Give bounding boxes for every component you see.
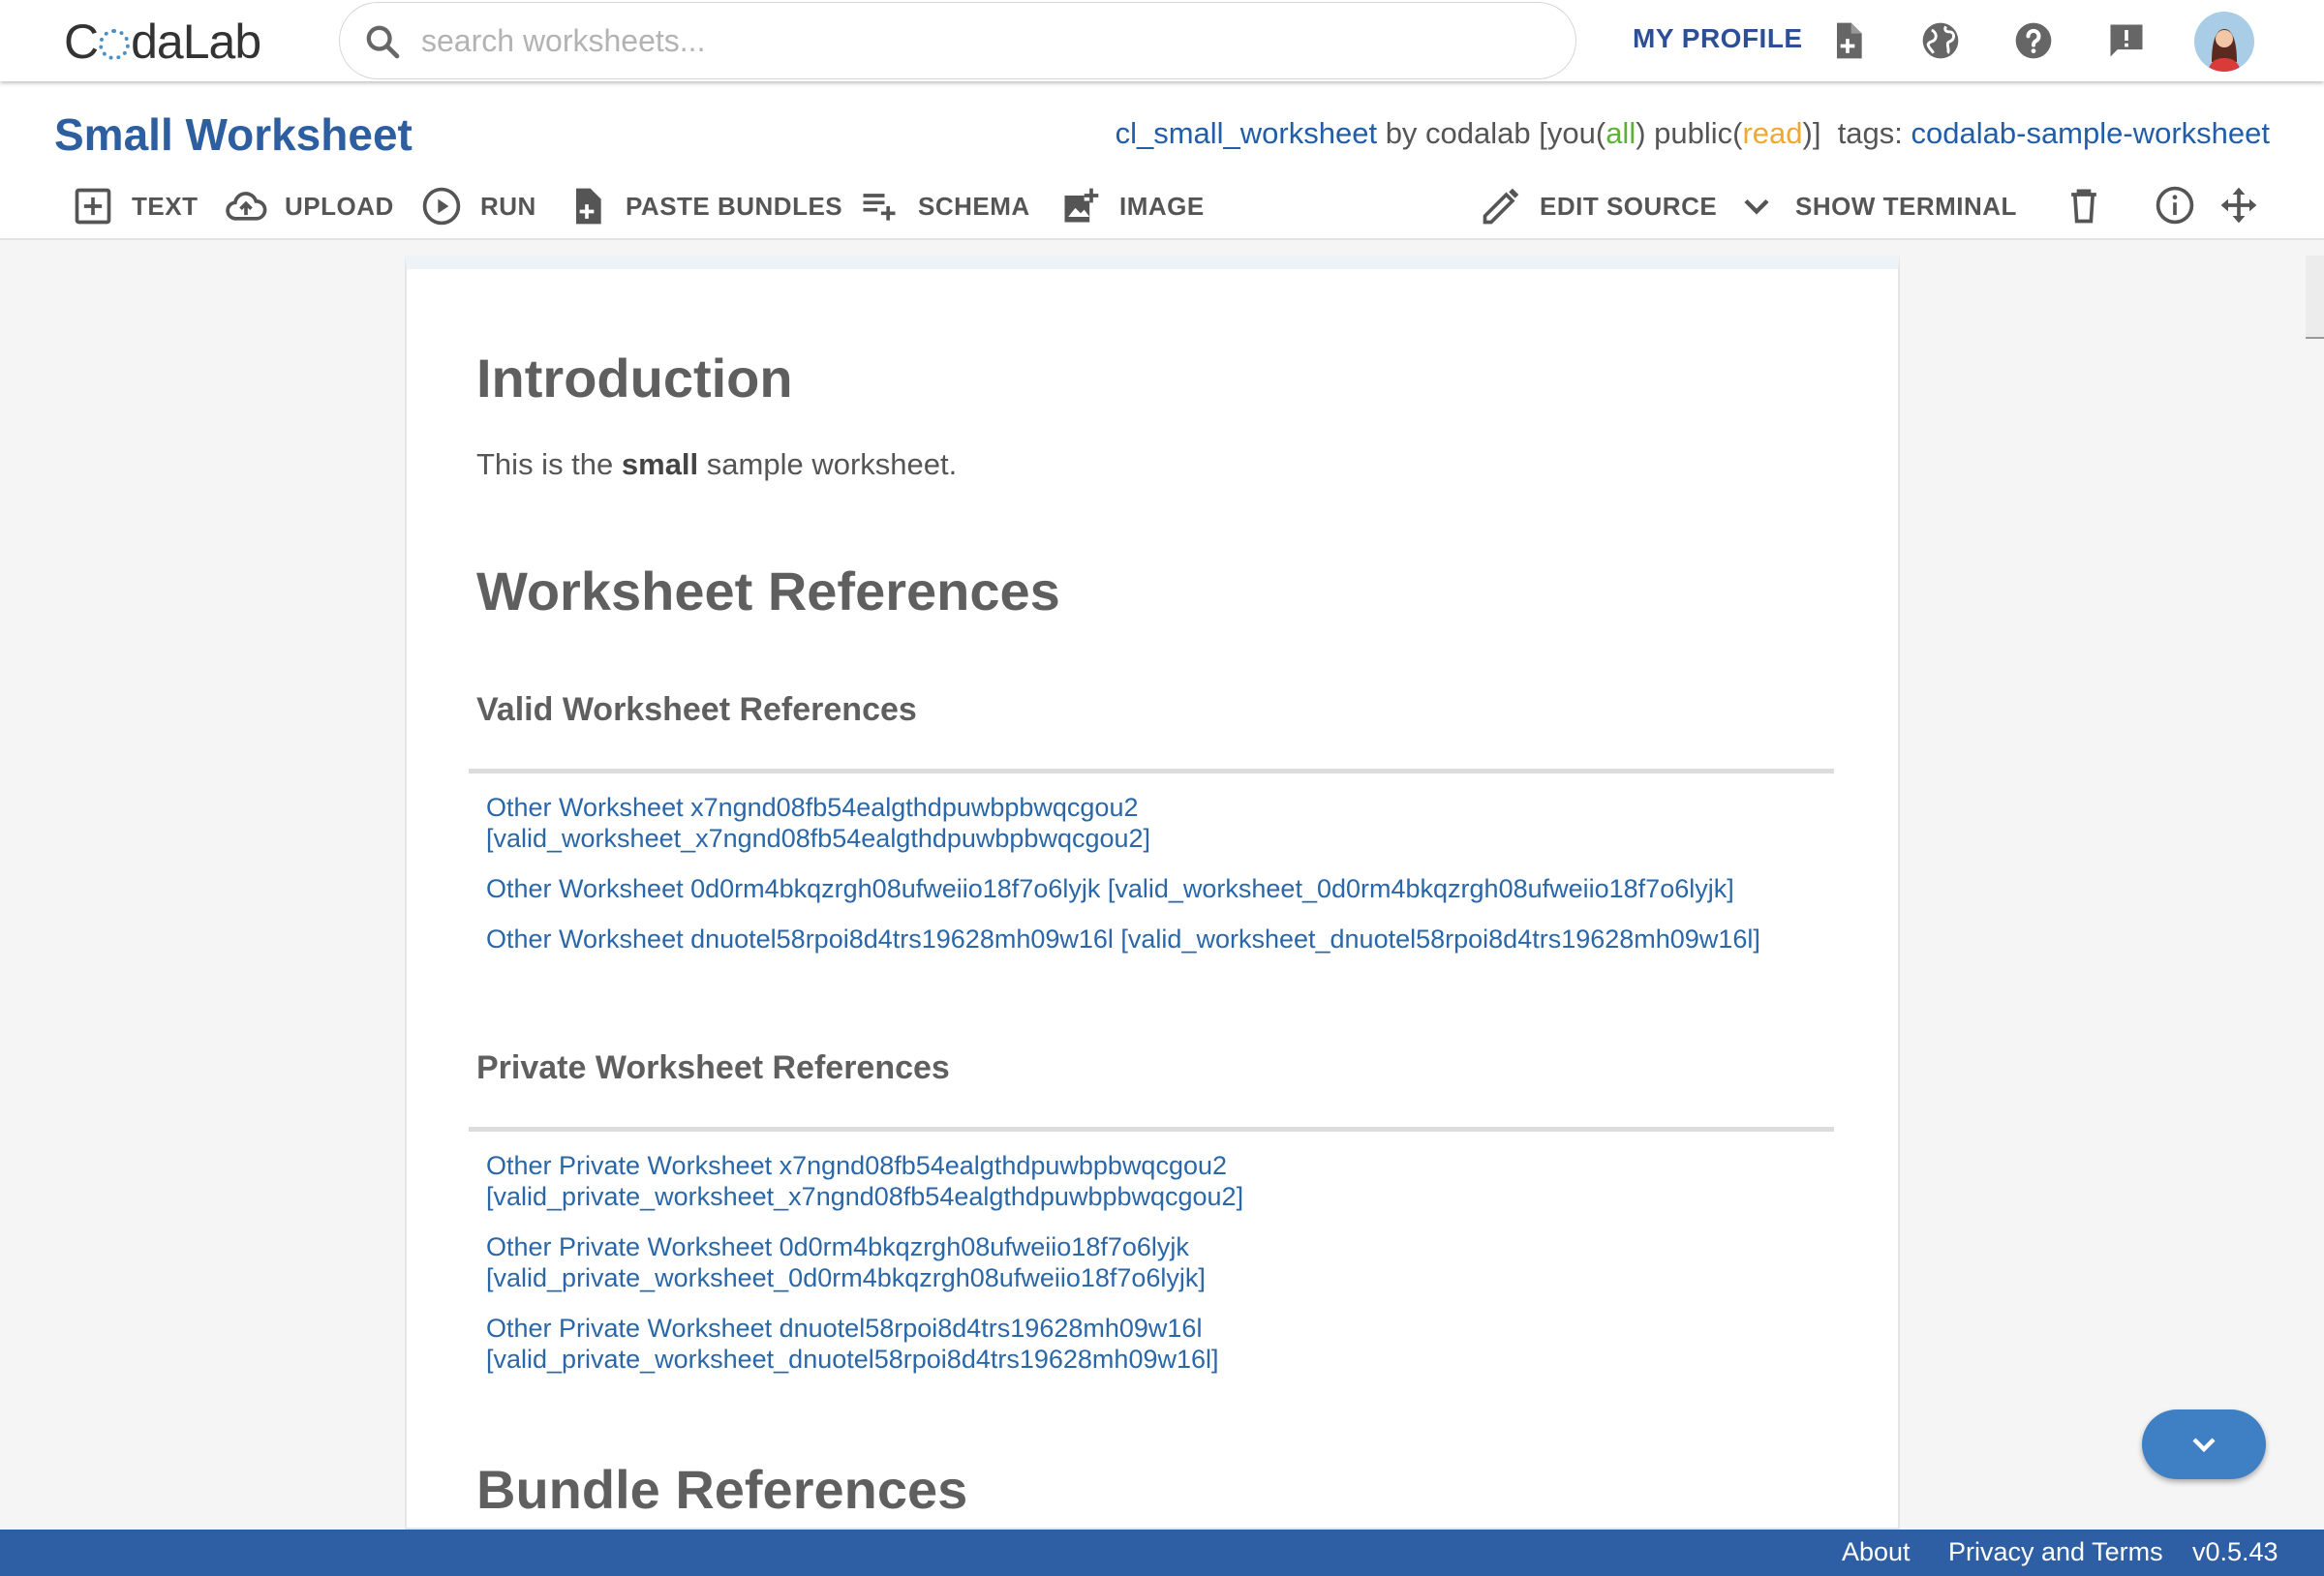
image-button[interactable]: IMAGE (1059, 182, 1205, 230)
avatar[interactable] (2194, 12, 2254, 72)
feedback-icon[interactable] (2105, 19, 2148, 62)
search-icon (366, 25, 400, 59)
worksheet-link[interactable]: Other Worksheet x7ngnd08fb54ealgthdpuwbp… (486, 792, 1150, 854)
link-line: Other Private Worksheet 0d0rm4bkqzrgh08u… (486, 1232, 1189, 1261)
worksheet-owner: by codalab (1385, 116, 1531, 150)
private-worksheet-link[interactable]: Other Private Worksheet x7ngnd08fb54ealg… (486, 1150, 1243, 1212)
upload-button-label: UPLOAD (285, 191, 394, 221)
info-icon[interactable] (2154, 184, 2196, 227)
add-box-icon (75, 188, 111, 225)
worksheet-header: Small Worksheet cl_small_worksheet by co… (0, 81, 2324, 240)
paste-bundles-label: PASTE BUNDLES (626, 191, 843, 221)
intro-paragraph: This is the small sample worksheet. (476, 447, 957, 482)
add-photo-icon (1064, 188, 1099, 223)
show-terminal-label: SHOW TERMINAL (1795, 191, 2017, 221)
note-add-icon (576, 188, 601, 225)
paste-bundles-button[interactable]: PASTE BUNDLES (566, 182, 842, 230)
privacy-terms-link[interactable]: Privacy and Terms (1948, 1537, 2163, 1567)
intro-text-post: sample worksheet. (698, 447, 958, 481)
perm-you: [you( (1539, 116, 1606, 150)
schema-button-label: SCHEMA (918, 191, 1030, 221)
perm-public: ) public( (1636, 116, 1743, 150)
intro-text-bold: small (621, 447, 699, 481)
upload-button[interactable]: UPLOAD (225, 182, 394, 230)
divider (469, 769, 1834, 773)
playlist-add-icon (863, 194, 896, 221)
edit-pencil-icon (1483, 188, 1519, 225)
new-worksheet-icon[interactable] (1826, 19, 1869, 62)
top-nav: CdaLab MY PROFILE (0, 0, 2324, 81)
perm-read: read (1742, 116, 1803, 150)
text-button[interactable]: TEXT (72, 182, 198, 230)
private-worksheet-link[interactable]: Other Private Worksheet 0d0rm4bkqzrgh08u… (486, 1231, 1206, 1293)
divider (469, 1127, 1834, 1132)
worksheet-link[interactable]: Other Worksheet 0d0rm4bkqzrgh08ufweiio18… (486, 873, 1734, 904)
worksheet-content: Introduction This is the small sample wo… (405, 256, 1900, 1530)
link-line: Other Worksheet 0d0rm4bkqzrgh08ufweiio18… (486, 874, 1734, 903)
link-line: [valid_private_worksheet_dnuotel58rpoi8d… (486, 1345, 1219, 1374)
link-line: Other Private Worksheet dnuotel58rpoi8d4… (486, 1314, 1203, 1343)
run-button[interactable]: RUN (420, 182, 536, 230)
link-line: Other Worksheet x7ngnd08fb54ealgthdpuwbp… (486, 793, 1139, 822)
heading-introduction: Introduction (476, 348, 793, 409)
footer: About Privacy and Terms v0.5.43 (0, 1530, 2324, 1576)
heading-private-references: Private Worksheet References (476, 1049, 950, 1086)
play-circle-icon (422, 187, 461, 226)
link-line: [valid_private_worksheet_x7ngnd08fb54eal… (486, 1182, 1244, 1211)
my-profile-link[interactable]: MY PROFILE (1633, 23, 1803, 54)
delete-icon[interactable] (2063, 184, 2105, 227)
edit-source-button[interactable]: EDIT SOURCE (1480, 182, 1717, 230)
version-label: v0.5.43 (2192, 1537, 2278, 1566)
run-button-label: RUN (480, 191, 536, 221)
schema-button[interactable]: SCHEMA (858, 182, 1030, 230)
text-button-label: TEXT (132, 191, 199, 221)
scrollbar[interactable] (2306, 256, 2324, 339)
link-line: [valid_private_worksheet_0d0rm4bkqzrgh08… (486, 1263, 1206, 1292)
heading-worksheet-references: Worksheet References (476, 561, 1060, 621)
chevron-down-icon (2192, 1438, 2216, 1453)
worksheet-toolbar: TEXT UPLOAD RUN PASTE BUNDLES SCHEMA IMA… (0, 178, 2324, 236)
show-terminal-button[interactable]: SHOW TERMINAL (1735, 182, 2017, 230)
tags-label: tags: (1837, 116, 1903, 150)
worksheet-link[interactable]: Other Worksheet dnuotel58rpoi8d4trs19628… (486, 924, 1760, 955)
worksheet-uuid-name[interactable]: cl_small_worksheet (1116, 116, 1378, 150)
link-line: [valid_worksheet_x7ngnd08fb54ealgthdpuwb… (486, 824, 1151, 853)
cloud-upload-icon (226, 192, 267, 221)
tag-link[interactable]: codalab-sample-worksheet (1911, 116, 2270, 150)
worksheet-title[interactable]: Small Worksheet (54, 108, 413, 161)
codalab-logo[interactable]: CdaLab (64, 14, 261, 70)
heading-bundle-references: Bundle References (476, 1459, 968, 1520)
search-bar (339, 2, 1576, 79)
edit-source-label: EDIT SOURCE (1540, 191, 1718, 221)
link-line: Other Worksheet dnuotel58rpoi8d4trs19628… (486, 924, 1760, 954)
link-line: Other Private Worksheet x7ngnd08fb54ealg… (486, 1151, 1228, 1180)
image-button-label: IMAGE (1119, 191, 1205, 221)
heading-valid-references: Valid Worksheet References (476, 691, 917, 728)
user-avatar-icon (2208, 29, 2241, 72)
perm-close: )] (1802, 116, 1821, 150)
worksheet-meta: cl_small_worksheet by codalab [you(all) … (1116, 116, 2270, 151)
intro-text-pre: This is the (476, 447, 622, 481)
chevron-down-icon (1744, 198, 1769, 215)
globe-icon[interactable] (1919, 19, 1962, 62)
help-icon[interactable] (2012, 19, 2055, 62)
move-arrows-icon[interactable] (2217, 184, 2260, 227)
scroll-down-button[interactable] (2142, 1409, 2266, 1479)
search-input[interactable] (421, 16, 1535, 65)
perm-all: all (1605, 116, 1636, 150)
about-link[interactable]: About (1842, 1537, 1911, 1567)
private-worksheet-link[interactable]: Other Private Worksheet dnuotel58rpoi8d4… (486, 1313, 1219, 1375)
